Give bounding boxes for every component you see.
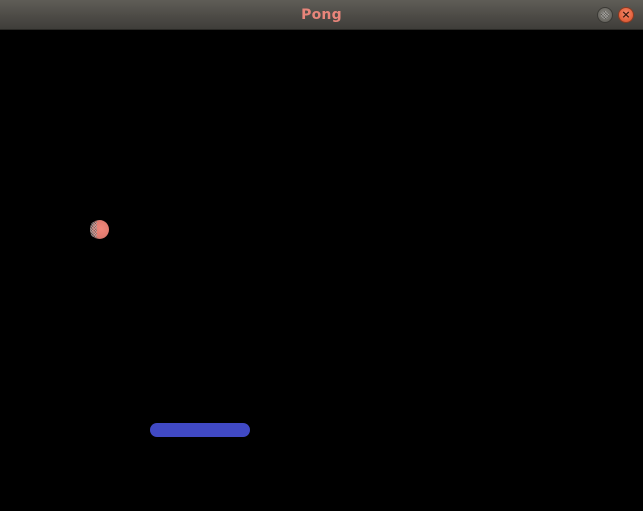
minimize-icon: [601, 11, 609, 19]
minimize-button[interactable]: [597, 7, 613, 23]
pong-window: Pong ×: [0, 0, 643, 511]
game-canvas[interactable]: [0, 30, 643, 511]
window-title: Pong: [301, 7, 342, 23]
close-icon: ×: [621, 8, 631, 21]
ball: [90, 220, 109, 239]
close-button[interactable]: ×: [618, 7, 634, 23]
paddle[interactable]: [150, 423, 250, 437]
title-bar[interactable]: Pong ×: [0, 0, 643, 30]
